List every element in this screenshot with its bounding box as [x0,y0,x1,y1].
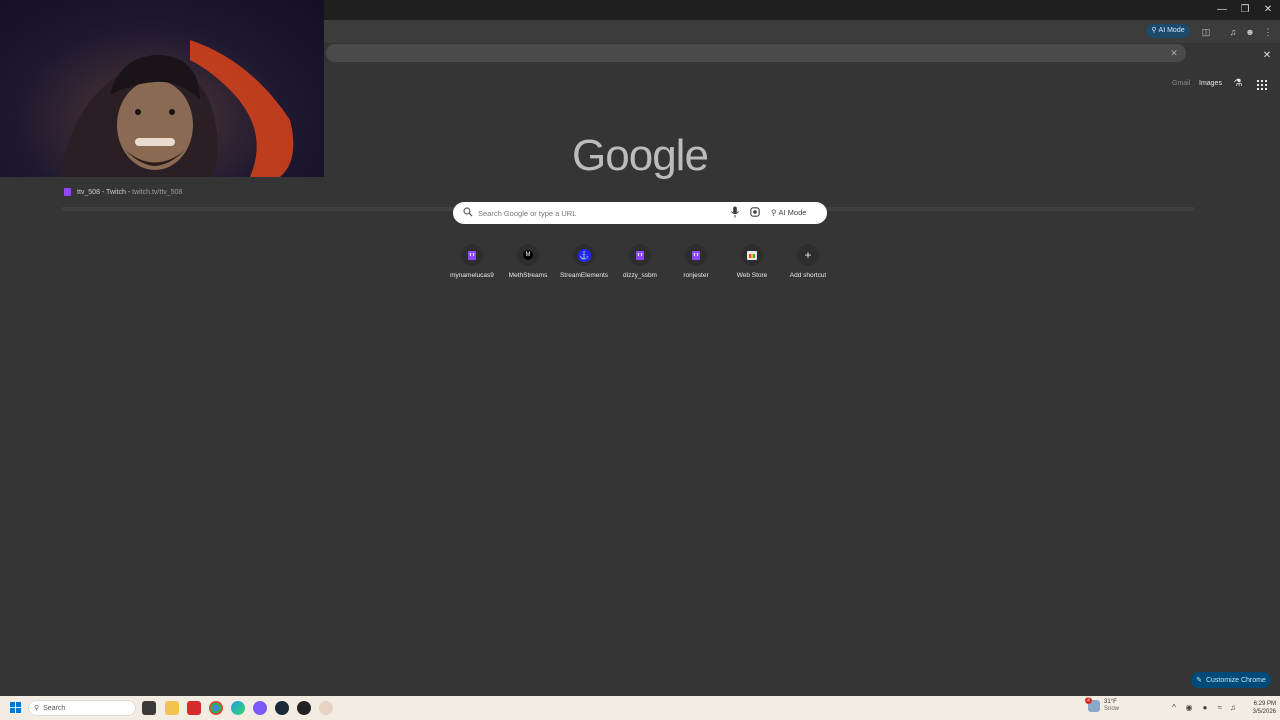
snow-cloud-icon: 2 [1085,697,1100,712]
minimize-icon[interactable]: — [1211,2,1233,18]
shortcut-tile[interactable]: mynamelucas9 [445,242,499,286]
shortcut-icon-container [741,244,763,266]
reading-mode-icon[interactable]: ◫ [1200,26,1212,38]
volume-icon[interactable]: ♫ [1228,703,1238,713]
labs-flask-icon[interactable]: ⚗ [1232,78,1244,90]
menu-kebab-icon[interactable]: ⋮ [1262,26,1274,38]
taskbar-search-placeholder: Search [43,704,66,712]
shortcut-icon-container: M [517,244,539,266]
obs-icon[interactable] [297,701,311,715]
google-lens-icon[interactable] [750,207,760,217]
app-icon-red[interactable] [187,701,201,715]
suggestion-url: twitch.tv/ttv_508 [132,188,183,196]
shortcut-tile[interactable]: Web Store [725,242,779,286]
weather-widget[interactable]: 2 31°F Snow [1085,697,1120,713]
chevron-up-icon[interactable]: ^ [1169,703,1179,713]
taskbar-clock[interactable]: 6:29 PM 3/5/2026 [1240,700,1276,716]
suggestion-title: ttv_508 - Twitch [77,188,126,196]
wifi-icon[interactable]: ≈ [1215,703,1225,713]
methstreams-icon: M [523,250,533,260]
shortcut-label: Add shortcut [789,272,827,279]
search-input[interactable] [478,206,718,220]
windows-start-icon[interactable] [10,702,22,714]
plus-icon: + [804,248,812,262]
tray-app-icon[interactable]: ● [1200,703,1210,713]
pencil-icon: ✎ [1196,677,1202,684]
profile-icon[interactable]: ☻ [1244,26,1256,38]
twitch-icon [692,250,700,260]
ai-mode-label: AI Mode [778,208,807,217]
weather-condition: Snow [1104,706,1120,712]
address-bar[interactable] [326,44,1186,62]
shortcut-icon-container: + [797,244,819,266]
google-apps-icon[interactable] [1256,79,1268,91]
ai-search-icon: ⚲ [1151,27,1157,34]
streamelements-icon: ⚓ [577,248,591,262]
web-store-icon [747,250,757,260]
clock-time: 6:29 PM [1253,701,1276,707]
images-link[interactable]: Images [1199,80,1222,87]
task-view-icon[interactable] [142,701,156,715]
microphone-icon[interactable] [730,206,740,218]
shortcut-tile[interactable]: ronjester [669,242,723,286]
ai-sparkle-icon: ⚲ [771,208,777,217]
clear-input-icon[interactable]: ✕ [1168,47,1180,59]
close-window-icon[interactable]: ✕ [1257,2,1279,18]
webcam-overlay [0,0,324,177]
clock-date: 3/5/2026 [1252,709,1276,715]
shortcut-tile[interactable]: M MethStreams [501,242,555,286]
shortcut-icon-container: ⚓ [573,244,595,266]
weather-temp: 31°F [1104,699,1117,705]
taskbar-search[interactable]: ⚲ Search [28,700,136,716]
add-shortcut-tile[interactable]: + Add shortcut [781,242,835,286]
webcam-image [60,40,294,177]
discord-icon[interactable] [253,701,267,715]
file-explorer-icon[interactable] [165,701,179,715]
restore-icon[interactable]: ❐ [1234,2,1256,18]
edge-icon[interactable] [231,701,245,715]
search-icon: ⚲ [34,705,40,712]
twitch-icon [64,188,71,196]
shortcut-icon-container [629,244,651,266]
omnibox-suggestion[interactable]: ttv_508 - Twitch - twitch.tv/ttv_508 [64,185,182,199]
close-panel-icon[interactable]: ✕ [1261,50,1273,62]
shortcut-icon-container [461,244,483,266]
ai-mode-label: AI Mode [1158,27,1185,34]
gmail-link[interactable]: Gmail [1172,80,1190,87]
steam-icon[interactable] [275,701,289,715]
customize-label: Customize Chrome [1205,676,1266,684]
search-icon [463,207,473,217]
tray-app-icon[interactable]: ◉ [1184,703,1194,713]
ai-mode-search-button[interactable]: ⚲ AI Mode [771,205,821,220]
shortcut-tile[interactable]: ⚓ StreamElements [557,242,611,286]
chrome-icon[interactable] [209,701,223,715]
customize-chrome-button[interactable]: ✎ Customize Chrome [1191,672,1271,688]
google-logo: Google [572,131,709,180]
shortcut-icon-container [685,244,707,266]
media-controls-icon[interactable]: ♫ [1227,26,1239,38]
twitch-icon [636,250,644,260]
weather-badge: 2 [1085,697,1092,704]
shortcut-tile[interactable]: dizzy_ssbm [613,242,667,286]
ai-mode-button[interactable]: ⚲ AI Mode [1146,24,1190,38]
app-icon-avatar[interactable] [319,701,333,715]
twitch-icon [468,250,476,260]
